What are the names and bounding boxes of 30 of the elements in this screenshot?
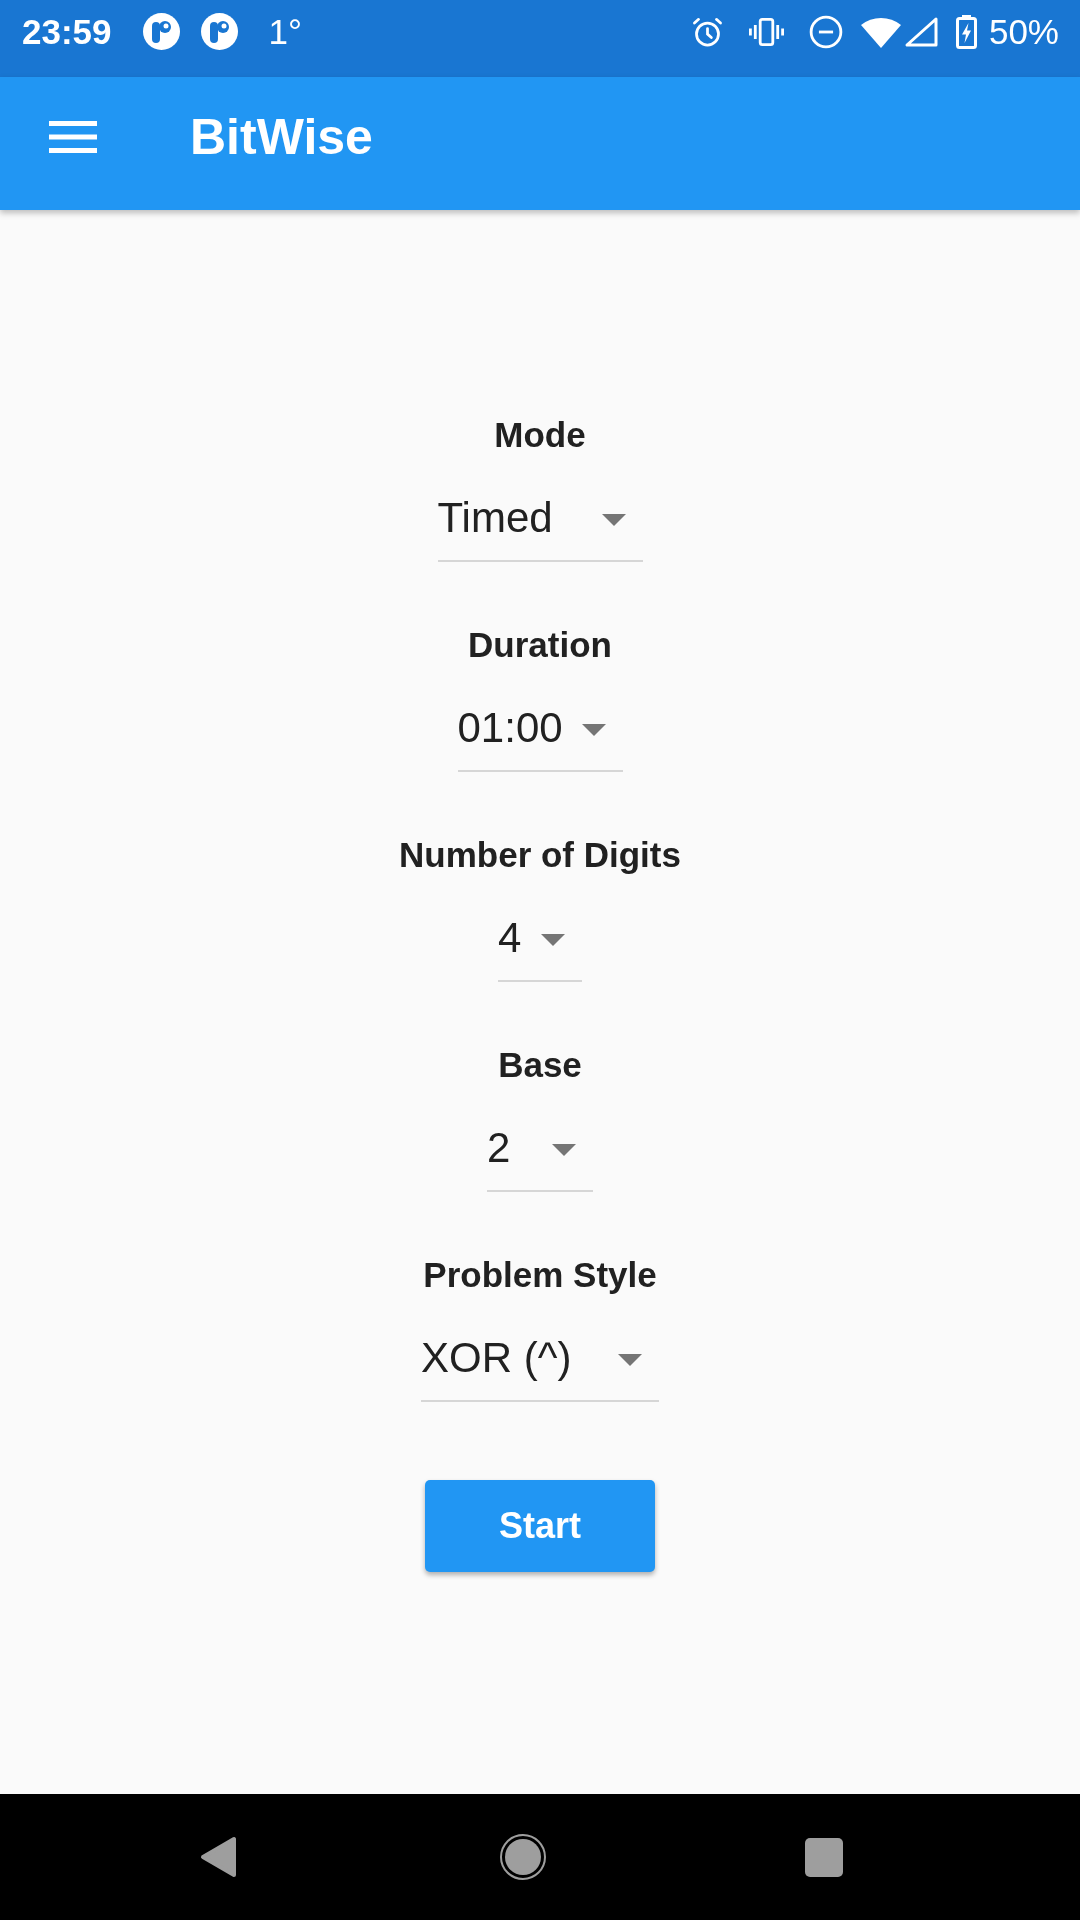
dropdown[interactable]: Timed (437, 493, 643, 562)
do-not-disturb-icon (808, 14, 843, 49)
app-notification-icon (142, 13, 180, 50)
vibrate-icon (747, 17, 785, 46)
setting-label: Mode (494, 414, 586, 456)
caret-icon (601, 514, 626, 526)
menu-icon[interactable] (49, 120, 97, 153)
dropdown[interactable]: 01:00 (457, 703, 623, 772)
recents-icon[interactable] (805, 1837, 843, 1877)
app-notification-icon (200, 13, 238, 50)
caret-icon (541, 934, 565, 946)
setting-label: Number of Digits (399, 834, 681, 876)
dropdown[interactable]: 4 (498, 913, 582, 982)
caret-icon (618, 1354, 642, 1366)
wifi-icon (860, 15, 901, 48)
status-time: 23:59 (22, 11, 112, 52)
caret-icon (581, 724, 606, 736)
caret-icon (552, 1144, 576, 1156)
app-title: BitWise (190, 107, 373, 167)
setting-label: Duration (468, 624, 612, 666)
signal-icon (903, 16, 938, 47)
battery-percent: 50% (988, 11, 1059, 52)
home-icon[interactable] (500, 1834, 546, 1880)
temperature-text: 1° (268, 11, 302, 52)
battery-charging-icon (955, 14, 977, 49)
setting-label: Problem Style (423, 1254, 657, 1296)
setting-label: Base (498, 1044, 582, 1086)
back-icon[interactable] (200, 1836, 237, 1878)
dropdown[interactable]: XOR (^) (421, 1333, 659, 1402)
dropdown[interactable]: 2 (487, 1123, 593, 1192)
